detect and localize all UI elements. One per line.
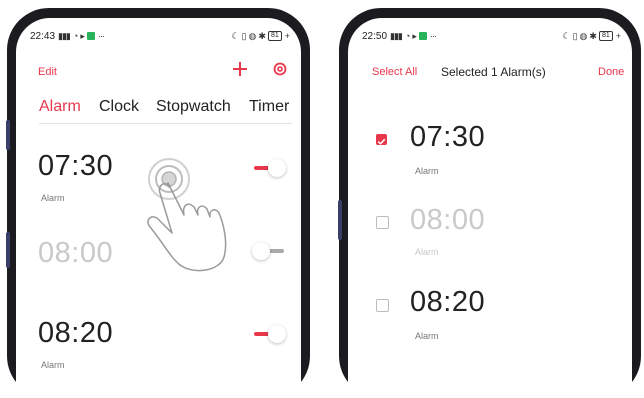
bluetooth-icon: ✱ [258, 30, 265, 41]
phone-frame-left: 22:43 ▮▮▮ ◔ ▸ ··· ☾ ▯ ◍ ✱ 81 + Edit Alar… [7, 8, 310, 398]
status-bar: 22:43 ▮▮▮ ◔ ▸ ··· ☾ ▯ ◍ ✱ 81 + [30, 28, 290, 44]
play-icon: ▸ [80, 30, 84, 41]
alarm-time: 08:20 [410, 286, 486, 318]
done-button[interactable]: Done [598, 66, 624, 78]
alarm-item[interactable] [348, 201, 632, 271]
checkmark-icon [377, 138, 386, 145]
notification-icon [86, 32, 95, 40]
play-icon: ▸ [412, 30, 416, 41]
alarm-time: 08:00 [410, 204, 486, 236]
alarm-item[interactable] [348, 284, 632, 354]
alarm-status-icon: ◍ [579, 30, 588, 41]
tab-clock[interactable]: Clock [99, 98, 139, 116]
alarm-time: 08:00 [38, 237, 114, 269]
wifi-icon: ◔ [72, 31, 79, 41]
vibrate-icon: ▯ [572, 30, 578, 41]
toggle-knob [268, 325, 286, 343]
alarm-time: 08:20 [38, 317, 114, 349]
signal-icon: ▮▮▮ [58, 30, 71, 41]
toggle-knob [252, 242, 270, 260]
vibrate-icon: ▯ [241, 30, 247, 41]
settings-icon[interactable] [273, 62, 287, 76]
volume-button-right [338, 200, 342, 240]
alarm-toggle[interactable] [252, 242, 284, 260]
more-notifications-icon: ··· [429, 31, 437, 41]
phone-frame-right: 22:50 ▮▮▮ ◔ ▸ ··· ☾ ▯ ◍ ✱ 81 + Select Al… [339, 8, 641, 398]
alarm-label: Alarm [41, 360, 65, 370]
alarm-label: Alarm [415, 331, 439, 341]
charging-icon: + [284, 31, 290, 41]
more-notifications-icon: ··· [97, 31, 105, 41]
selection-title: Selected 1 Alarm(s) [441, 65, 546, 79]
plus-icon[interactable] [232, 61, 248, 77]
tab-divider [39, 123, 292, 124]
tab-stopwatch[interactable]: Stopwatch [156, 98, 231, 116]
battery-icon: 81 [267, 31, 282, 41]
alarm-time: 07:30 [38, 150, 114, 182]
alarm-item[interactable] [348, 118, 632, 188]
select-all-button[interactable]: Select All [372, 66, 417, 78]
tab-alarm[interactable]: Alarm [39, 98, 81, 116]
tab-bar: Alarm Clock Stopwatch Timer [39, 98, 293, 120]
alarm-status-icon: ◍ [248, 30, 257, 41]
alarm-label: Alarm [41, 193, 65, 203]
long-press-hand-icon [147, 158, 227, 272]
alarm-checkbox[interactable] [376, 216, 389, 229]
alarm-checkbox[interactable] [376, 134, 387, 145]
tab-timer[interactable]: Timer [249, 98, 289, 116]
battery-icon: 81 [598, 31, 613, 41]
bluetooth-icon: ✱ [589, 30, 596, 41]
toggle-knob [268, 159, 286, 177]
alarm-checkbox[interactable] [376, 299, 389, 312]
wifi-icon: ◔ [404, 31, 411, 41]
notification-icon [418, 32, 427, 40]
moon-icon: ☾ [562, 30, 571, 41]
alarm-selection-screen: 22:50 ▮▮▮ ◔ ▸ ··· ☾ ▯ ◍ ✱ 81 + Select Al… [348, 18, 632, 398]
edit-button[interactable]: Edit [38, 66, 57, 78]
signal-icon: ▮▮▮ [390, 30, 403, 41]
moon-icon: ☾ [231, 30, 240, 41]
alarm-time: 07:30 [410, 121, 486, 153]
status-bar: 22:50 ▮▮▮ ◔ ▸ ··· ☾ ▯ ◍ ✱ 81 + [362, 28, 621, 44]
volume-button-left [6, 120, 10, 150]
charging-icon: + [615, 31, 621, 41]
alarm-toggle[interactable] [254, 159, 286, 177]
alarm-label: Alarm [415, 247, 439, 257]
clock-app-screen: 22:43 ▮▮▮ ◔ ▸ ··· ☾ ▯ ◍ ✱ 81 + Edit Alar… [16, 18, 301, 398]
alarm-label: Alarm [415, 166, 439, 176]
status-time: 22:50 [362, 30, 388, 42]
status-time: 22:43 [30, 30, 56, 42]
alarm-toggle[interactable] [254, 325, 286, 343]
volume-button-left [6, 232, 10, 268]
